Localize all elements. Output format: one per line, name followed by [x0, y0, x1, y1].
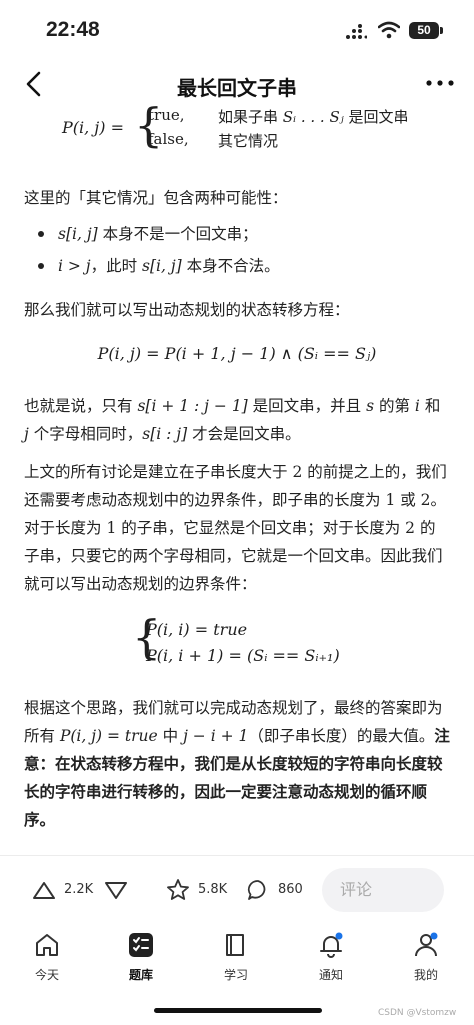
comment-icon[interactable] — [246, 878, 270, 902]
boundary-line-2: P(i, i + 1) = (Sᵢ == Sᵢ₊₁) — [146, 646, 340, 665]
list-item: i > j，此时 s[i, j] 本身不合法。 — [24, 252, 450, 280]
paragraph-transition: 那么我们就可以写出动态规划的状态转移方程： — [24, 301, 350, 319]
tab-notifications[interactable]: 通知 — [291, 932, 371, 983]
bell-icon — [320, 932, 343, 958]
list-item: s[i, j] 本身不是一个回文串； — [24, 220, 450, 248]
case1-value: true, — [148, 106, 185, 124]
book-icon — [226, 934, 244, 956]
problems-icon — [129, 933, 153, 957]
case2-value: false, — [148, 130, 189, 148]
page-title: 最长回文子串 — [177, 76, 297, 100]
case2-condition: 其它情况 — [218, 132, 279, 150]
paragraph-explanation: 也就是说，只有 s[i + 1 : j − 1] 是回文串，并且 s 的第 i … — [24, 397, 441, 443]
comment-input[interactable]: 评论 — [322, 868, 444, 912]
paragraph-boundary: 上文的所有讨论是建立在子串长度大于 2 的前提之上的，我们还需要考虑动态规划中的… — [24, 463, 447, 593]
article-body: P(i, j) = { true, 如果子串 Sᵢ . . . Sⱼ 是回文串 … — [24, 98, 450, 834]
case1-condition: 如果子串 Sᵢ . . . Sⱼ 是回文串 — [218, 108, 409, 126]
tab-learn[interactable]: 学习 — [196, 932, 276, 983]
profile-icon — [415, 932, 438, 957]
status-time: 22:48 — [46, 18, 100, 41]
signal-icon — [346, 24, 367, 39]
tab-today[interactable]: 今天 — [7, 932, 87, 983]
boundary-line-1: P(i, i) = true — [146, 620, 248, 639]
favorite-count: 5.8K — [198, 882, 228, 897]
tab-label: 今天 — [34, 968, 59, 982]
watermark: CSDN @Vstomzw — [378, 1008, 457, 1018]
upvote-icon[interactable] — [32, 880, 56, 900]
wifi-icon — [378, 21, 400, 39]
tab-profile[interactable]: 我的 — [386, 932, 466, 983]
more-icon[interactable] — [425, 76, 455, 90]
equation-transition: P(i, j) = P(i + 1, j − 1) ∧ (Sᵢ == Sⱼ) — [97, 344, 377, 363]
paragraph-other-cases: 这里的「其它情况」包含两种可能性： — [24, 189, 288, 207]
tab-label: 学习 — [223, 968, 248, 982]
piecewise-equation: P(i, j) = { true, 如果子串 Sᵢ . . . Sⱼ 是回文串 … — [62, 98, 450, 162]
boundary-equation: { P(i, i) = true P(i, i + 1) = (Sᵢ == Sᵢ… — [24, 610, 450, 678]
paragraph-conclusion: 根据这个思路，我们就可以完成动态规划了，最终的答案即为所有 P(i, j) = … — [24, 699, 450, 829]
piecewise-lhs: P(i, j) = — [62, 118, 124, 137]
tab-label: 我的 — [413, 968, 438, 982]
upvote-count: 2.2K — [64, 882, 94, 897]
home-indicator — [154, 1008, 322, 1013]
battery-tip — [440, 27, 443, 34]
tab-label: 通知 — [318, 968, 343, 982]
home-icon — [36, 934, 58, 956]
tab-problems[interactable]: 题库 — [101, 932, 181, 983]
star-icon[interactable] — [166, 878, 190, 902]
battery-icon: 50 — [409, 22, 439, 39]
tab-label: 题库 — [128, 968, 153, 982]
divider — [0, 855, 474, 856]
downvote-icon[interactable] — [104, 881, 128, 901]
comment-count: 860 — [278, 882, 303, 897]
